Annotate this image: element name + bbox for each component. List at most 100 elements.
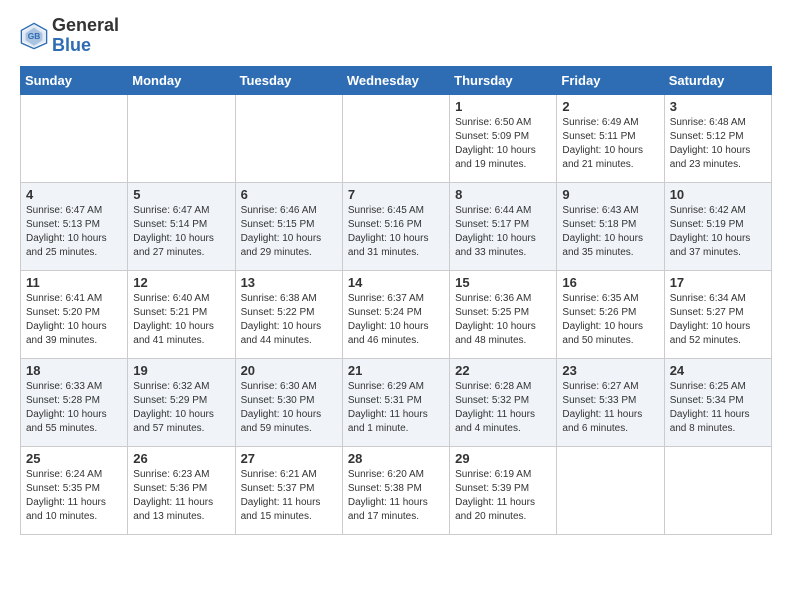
- calendar-day-cell: [342, 94, 449, 182]
- calendar-day-cell: 9Sunrise: 6:43 AM Sunset: 5:18 PM Daylig…: [557, 182, 664, 270]
- day-number: 14: [348, 275, 444, 290]
- calendar-header-row: SundayMondayTuesdayWednesdayThursdayFrid…: [21, 66, 772, 94]
- calendar-week-row: 18 Sunrise: 6:33 AM Sunset: 5:28 PM Dayli…: [21, 358, 772, 446]
- day-number: 13: [241, 275, 337, 290]
- day-number: 1: [455, 99, 551, 114]
- day-info: Sunrise: 6:25 AM Sunset: 5:34 PM Dayligh…: [670, 380, 766, 436]
- day-info: Sunrise: 6:41 AM Sunset: 5:20 PM Dayligh…: [26, 292, 122, 348]
- day-info: Sunrise: 6:19 AM Sunset: 5:39 PM Dayligh…: [455, 468, 551, 524]
- calendar-day-cell: [235, 94, 342, 182]
- calendar-day-cell: 3 Sunrise: 6:48 AM Sunset: 5:12 PM Daylig…: [664, 94, 771, 182]
- day-number: 5: [133, 187, 229, 202]
- day-number: 10: [670, 187, 766, 202]
- day-number: 28: [348, 451, 444, 466]
- day-number: 25: [26, 451, 122, 466]
- day-info: Sunrise: 6:47 AM Sunset: 5:13 PM Dayligh…: [26, 204, 122, 260]
- day-number: 19: [133, 363, 229, 378]
- day-info: Sunrise: 6:23 AM Sunset: 5:36 PM Dayligh…: [133, 468, 229, 524]
- calendar-day-cell: 15 Sunrise: 6:36 AM Sunset: 5:25 PM Dayli…: [450, 270, 557, 358]
- calendar-day-cell: [557, 446, 664, 534]
- calendar-day-cell: 19 Sunrise: 6:32 AM Sunset: 5:29 PM Dayli…: [128, 358, 235, 446]
- day-number: 26: [133, 451, 229, 466]
- calendar-day-cell: 16 Sunrise: 6:35 AM Sunset: 5:26 PM Dayli…: [557, 270, 664, 358]
- calendar-day-cell: 26 Sunrise: 6:23 AM Sunset: 5:36 PM Dayli…: [128, 446, 235, 534]
- day-number: 21: [348, 363, 444, 378]
- day-info: Sunrise: 6:24 AM Sunset: 5:35 PM Dayligh…: [26, 468, 122, 524]
- calendar-day-cell: 6Sunrise: 6:46 AM Sunset: 5:15 PM Daylig…: [235, 182, 342, 270]
- day-info: Sunrise: 6:30 AM Sunset: 5:30 PM Dayligh…: [241, 380, 337, 436]
- day-of-week-header: Tuesday: [235, 66, 342, 94]
- calendar-day-cell: 4 Sunrise: 6:47 AM Sunset: 5:13 PM Daylig…: [21, 182, 128, 270]
- calendar-week-row: 25 Sunrise: 6:24 AM Sunset: 5:35 PM Dayli…: [21, 446, 772, 534]
- day-number: 18: [26, 363, 122, 378]
- day-number: 11: [26, 275, 122, 290]
- day-info: Sunrise: 6:36 AM Sunset: 5:25 PM Dayligh…: [455, 292, 551, 348]
- calendar-day-cell: [128, 94, 235, 182]
- calendar-day-cell: 22Sunrise: 6:28 AM Sunset: 5:32 PM Dayli…: [450, 358, 557, 446]
- calendar-day-cell: [664, 446, 771, 534]
- day-number: 24: [670, 363, 766, 378]
- day-number: 3: [670, 99, 766, 114]
- calendar-table: SundayMondayTuesdayWednesdayThursdayFrid…: [20, 66, 772, 535]
- calendar-week-row: 11 Sunrise: 6:41 AM Sunset: 5:20 PM Dayli…: [21, 270, 772, 358]
- day-number: 8: [455, 187, 551, 202]
- calendar-day-cell: 10Sunrise: 6:42 AM Sunset: 5:19 PM Dayli…: [664, 182, 771, 270]
- day-of-week-header: Wednesday: [342, 66, 449, 94]
- day-of-week-header: Sunday: [21, 66, 128, 94]
- calendar-day-cell: 1 Sunrise: 6:50 AM Sunset: 5:09 PM Daylig…: [450, 94, 557, 182]
- day-number: 16: [562, 275, 658, 290]
- calendar-day-cell: 23Sunrise: 6:27 AM Sunset: 5:33 PM Dayli…: [557, 358, 664, 446]
- calendar-week-row: 4 Sunrise: 6:47 AM Sunset: 5:13 PM Daylig…: [21, 182, 772, 270]
- calendar-day-cell: 28 Sunrise: 6:20 AM Sunset: 5:38 PM Dayli…: [342, 446, 449, 534]
- calendar-week-row: 1 Sunrise: 6:50 AM Sunset: 5:09 PM Daylig…: [21, 94, 772, 182]
- day-info: Sunrise: 6:40 AM Sunset: 5:21 PM Dayligh…: [133, 292, 229, 348]
- day-info: Sunrise: 6:21 AM Sunset: 5:37 PM Dayligh…: [241, 468, 337, 524]
- day-info: Sunrise: 6:32 AM Sunset: 5:29 PM Dayligh…: [133, 380, 229, 436]
- day-number: 23: [562, 363, 658, 378]
- day-number: 15: [455, 275, 551, 290]
- day-of-week-header: Friday: [557, 66, 664, 94]
- svg-text:GB: GB: [28, 31, 41, 41]
- day-info: Sunrise: 6:29 AM Sunset: 5:31 PM Dayligh…: [348, 380, 444, 436]
- day-info: Sunrise: 6:48 AM Sunset: 5:12 PM Dayligh…: [670, 116, 766, 172]
- calendar-day-cell: 2Sunrise: 6:49 AM Sunset: 5:11 PM Daylig…: [557, 94, 664, 182]
- day-info: Sunrise: 6:33 AM Sunset: 5:28 PM Dayligh…: [26, 380, 122, 436]
- calendar-day-cell: 20Sunrise: 6:30 AM Sunset: 5:30 PM Dayli…: [235, 358, 342, 446]
- logo-text: GeneralBlue: [52, 16, 119, 56]
- day-of-week-header: Monday: [128, 66, 235, 94]
- logo-icon: GB: [20, 22, 48, 50]
- calendar-day-cell: 21 Sunrise: 6:29 AM Sunset: 5:31 PM Dayli…: [342, 358, 449, 446]
- day-info: Sunrise: 6:37 AM Sunset: 5:24 PM Dayligh…: [348, 292, 444, 348]
- day-number: 7: [348, 187, 444, 202]
- calendar-day-cell: 11 Sunrise: 6:41 AM Sunset: 5:20 PM Dayli…: [21, 270, 128, 358]
- calendar-day-cell: 17 Sunrise: 6:34 AM Sunset: 5:27 PM Dayli…: [664, 270, 771, 358]
- calendar-day-cell: 13Sunrise: 6:38 AM Sunset: 5:22 PM Dayli…: [235, 270, 342, 358]
- calendar-day-cell: 7 Sunrise: 6:45 AM Sunset: 5:16 PM Daylig…: [342, 182, 449, 270]
- day-info: Sunrise: 6:44 AM Sunset: 5:17 PM Dayligh…: [455, 204, 551, 260]
- calendar-day-cell: 25 Sunrise: 6:24 AM Sunset: 5:35 PM Dayli…: [21, 446, 128, 534]
- calendar-day-cell: 29 Sunrise: 6:19 AM Sunset: 5:39 PM Dayli…: [450, 446, 557, 534]
- day-info: Sunrise: 6:49 AM Sunset: 5:11 PM Dayligh…: [562, 116, 658, 172]
- calendar-day-cell: 24 Sunrise: 6:25 AM Sunset: 5:34 PM Dayli…: [664, 358, 771, 446]
- calendar-day-cell: 18 Sunrise: 6:33 AM Sunset: 5:28 PM Dayli…: [21, 358, 128, 446]
- day-info: Sunrise: 6:34 AM Sunset: 5:27 PM Dayligh…: [670, 292, 766, 348]
- day-info: Sunrise: 6:45 AM Sunset: 5:16 PM Dayligh…: [348, 204, 444, 260]
- day-of-week-header: Thursday: [450, 66, 557, 94]
- calendar-day-cell: 5 Sunrise: 6:47 AM Sunset: 5:14 PM Daylig…: [128, 182, 235, 270]
- day-number: 29: [455, 451, 551, 466]
- day-number: 27: [241, 451, 337, 466]
- day-number: 17: [670, 275, 766, 290]
- day-info: Sunrise: 6:20 AM Sunset: 5:38 PM Dayligh…: [348, 468, 444, 524]
- day-info: Sunrise: 6:35 AM Sunset: 5:26 PM Dayligh…: [562, 292, 658, 348]
- calendar-day-cell: 12 Sunrise: 6:40 AM Sunset: 5:21 PM Dayli…: [128, 270, 235, 358]
- day-info: Sunrise: 6:47 AM Sunset: 5:14 PM Dayligh…: [133, 204, 229, 260]
- day-number: 9: [562, 187, 658, 202]
- day-info: Sunrise: 6:28 AM Sunset: 5:32 PM Dayligh…: [455, 380, 551, 436]
- day-number: 4: [26, 187, 122, 202]
- calendar-day-cell: 27 Sunrise: 6:21 AM Sunset: 5:37 PM Dayli…: [235, 446, 342, 534]
- day-info: Sunrise: 6:50 AM Sunset: 5:09 PM Dayligh…: [455, 116, 551, 172]
- header: GB GeneralBlue: [20, 16, 772, 56]
- calendar-day-cell: 8 Sunrise: 6:44 AM Sunset: 5:17 PM Daylig…: [450, 182, 557, 270]
- day-number: 12: [133, 275, 229, 290]
- logo: GB GeneralBlue: [20, 16, 119, 56]
